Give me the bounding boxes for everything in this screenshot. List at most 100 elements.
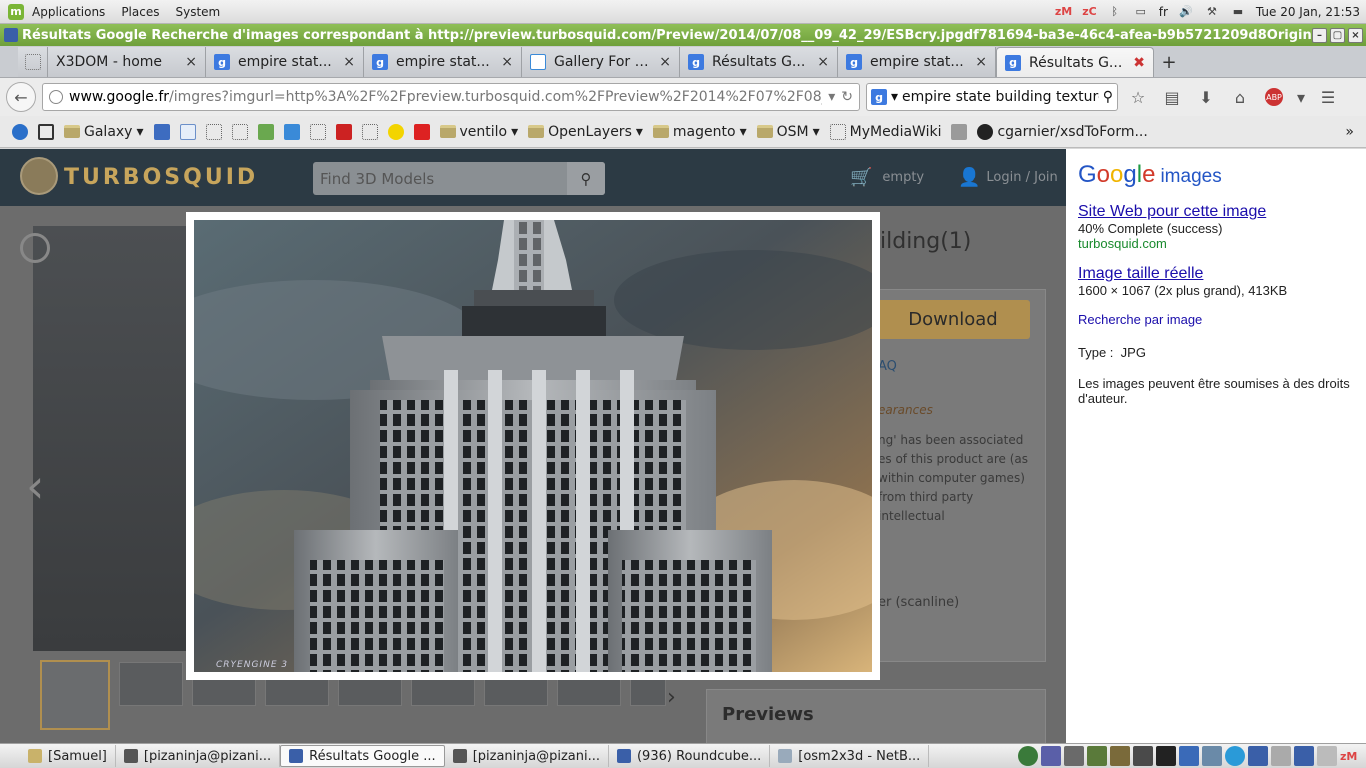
tab-empire-stat-1[interactable]: g empire stat... × (206, 47, 364, 77)
taskbar-item-terminal-1[interactable]: [pizaninja@pizani... (116, 745, 281, 767)
bookmark-icon[interactable] (12, 123, 28, 140)
bluetooth-icon[interactable]: ᛒ (1107, 4, 1123, 20)
bookmark-folder-magento[interactable]: magento ▾ (652, 124, 747, 140)
bookmark-icon[interactable] (205, 123, 222, 140)
cart-button[interactable]: 🛒 empty (850, 167, 924, 188)
minimize-button[interactable]: – (1312, 27, 1327, 43)
login-button[interactable]: 👤 Login / Join (958, 167, 1058, 188)
google-images-logo[interactable]: Google images (1078, 161, 1354, 189)
url-bar[interactable]: www.google.fr/imgres?imgurl=http%3A%2F%2… (42, 83, 860, 111)
reading-list-icon[interactable]: ▤ (1158, 83, 1186, 111)
fullsize-image-link[interactable]: Image taille réelle (1078, 265, 1354, 283)
tab-close-icon[interactable]: × (659, 54, 671, 70)
previous-image-arrow-icon[interactable]: ‹ (26, 459, 44, 513)
bookmark-folder-osm[interactable]: OSM ▾ (756, 124, 820, 140)
tab-close-icon[interactable]: × (501, 54, 513, 70)
bookmark-icon[interactable] (38, 123, 54, 140)
app-icon[interactable] (1041, 746, 1061, 766)
taskbar-item-terminal-2[interactable]: [pizaninja@pizani... (445, 745, 609, 767)
site-link[interactable]: Site Web pour cette image (1078, 203, 1354, 221)
tab-empire-stat-3[interactable]: g empire stat... × (838, 47, 996, 77)
skype-icon[interactable] (1225, 746, 1245, 766)
bookmark-folder-openlayers[interactable]: OpenLayers ▾ (528, 124, 643, 140)
app-icon[interactable] (1202, 746, 1222, 766)
hamburger-menu-icon[interactable]: ☰ (1314, 83, 1342, 111)
thumbnail[interactable] (40, 660, 110, 730)
mint-logo-icon[interactable]: m (8, 3, 24, 20)
bookmark-folder-ventilo[interactable]: ventilo ▾ (439, 124, 518, 140)
reload-icon[interactable]: ↻ (841, 89, 853, 105)
app-icon[interactable] (1294, 746, 1314, 766)
app-icon[interactable] (1087, 746, 1107, 766)
tab-gallery-for[interactable]: ☺ Gallery For >... × (522, 47, 680, 77)
app-icon[interactable] (1317, 746, 1337, 766)
bookmark-icon[interactable] (335, 123, 352, 140)
os-menu-places[interactable]: Places (113, 5, 167, 19)
taskbar-item-roundcube[interactable]: (936) Roundcube... (609, 745, 771, 767)
search-icon[interactable]: ⚲ (567, 162, 605, 195)
faq-link[interactable]: AQ (878, 359, 897, 374)
bookmark-icon[interactable] (257, 123, 274, 140)
adblock-dropdown-icon[interactable]: ▾ (1294, 83, 1308, 111)
taskbar-item-firefox[interactable]: Résultats Google ... (280, 745, 445, 767)
bookmark-icon[interactable] (361, 123, 378, 140)
app-icon[interactable] (1110, 746, 1130, 766)
maximize-button[interactable]: ▢ (1330, 27, 1345, 43)
zm-indicator[interactable]: zM (1055, 5, 1072, 18)
engine-dropdown-icon[interactable]: ▾ (891, 89, 898, 105)
network-icon[interactable]: ⚒ (1204, 4, 1220, 20)
terminal-icon[interactable] (1156, 746, 1176, 766)
zoom-icon[interactable] (20, 233, 50, 263)
keyboard-language[interactable]: fr (1159, 5, 1168, 19)
bookmark-icon[interactable] (951, 123, 968, 140)
app-icon[interactable] (1248, 746, 1268, 766)
search-by-image-link[interactable]: Recherche par image (1078, 312, 1202, 327)
tab-close-icon[interactable]: ✖ (1133, 55, 1145, 71)
bookmark-mymediawiki[interactable]: MyMediaWiki (829, 123, 941, 140)
os-menu-system[interactable]: System (167, 5, 228, 19)
search-input[interactable]: empire state building texture (902, 89, 1099, 105)
home-icon[interactable]: ⌂ (1226, 83, 1254, 111)
turbosquid-logo-icon[interactable] (20, 157, 58, 195)
battery-icon[interactable]: ▬ (1230, 4, 1246, 20)
clearances-link[interactable]: earances (878, 403, 933, 417)
url-dropdown-icon[interactable]: ▾ (828, 89, 835, 105)
tab-x3dom-home[interactable]: X3DOM - home × (48, 47, 206, 77)
os-menu-applications[interactable]: Applications (24, 5, 113, 19)
empire-state-building-image[interactable] (194, 220, 872, 672)
turbosquid-logo-text[interactable]: TURBOSQUID (64, 165, 258, 190)
translate-icon[interactable] (283, 123, 300, 140)
tab-close-icon[interactable]: × (343, 54, 355, 70)
tab-resultats-1[interactable]: g Résultats G... × (680, 47, 838, 77)
google-engine-icon[interactable]: g (871, 89, 887, 105)
bookmark-icon[interactable] (413, 123, 430, 140)
bookmark-icon[interactable] (387, 123, 404, 140)
back-button[interactable]: ← (6, 82, 36, 112)
bookmark-star-icon[interactable]: ☆ (1124, 83, 1152, 111)
tab-close-icon[interactable]: × (817, 54, 829, 70)
monitor-icon[interactable]: ▭ (1133, 4, 1149, 20)
bookmark-icon[interactable] (179, 123, 196, 140)
search-icon[interactable]: ⚲ (1103, 89, 1113, 105)
tab-close-icon[interactable]: × (975, 54, 987, 70)
taskbar-item-samuel[interactable]: [Samuel] (20, 745, 116, 767)
adblock-icon[interactable]: ABP (1260, 83, 1288, 111)
bookmark-xsdtoform[interactable]: cgarnier/xsdToForm... (977, 123, 1148, 140)
turbosquid-search-input[interactable]: Find 3D Models ⚲ (313, 162, 605, 195)
bookmarks-overflow-icon[interactable]: » (1345, 124, 1354, 140)
new-tab-button[interactable]: + (1154, 47, 1184, 77)
bookmark-folder-galaxy[interactable]: Galaxy ▾ (64, 124, 144, 140)
tab-resultats-active[interactable]: g Résultats G... ✖ (996, 47, 1154, 77)
tab-blank[interactable] (18, 47, 48, 77)
zc-indicator[interactable]: zC (1082, 5, 1096, 18)
thumbnail[interactable] (119, 662, 183, 706)
download-button[interactable]: Download (876, 300, 1030, 339)
tab-close-icon[interactable]: × (185, 54, 197, 70)
globe-icon[interactable] (1018, 746, 1038, 766)
bookmark-icon[interactable] (231, 123, 248, 140)
search-bar[interactable]: g ▾ empire state building texture ⚲ (866, 83, 1118, 111)
bookmark-icon[interactable] (309, 123, 326, 140)
app-icon[interactable] (1133, 746, 1153, 766)
window-titlebar[interactable]: Résultats Google Recherche d'images corr… (0, 24, 1366, 46)
app-icon[interactable] (1064, 746, 1084, 766)
